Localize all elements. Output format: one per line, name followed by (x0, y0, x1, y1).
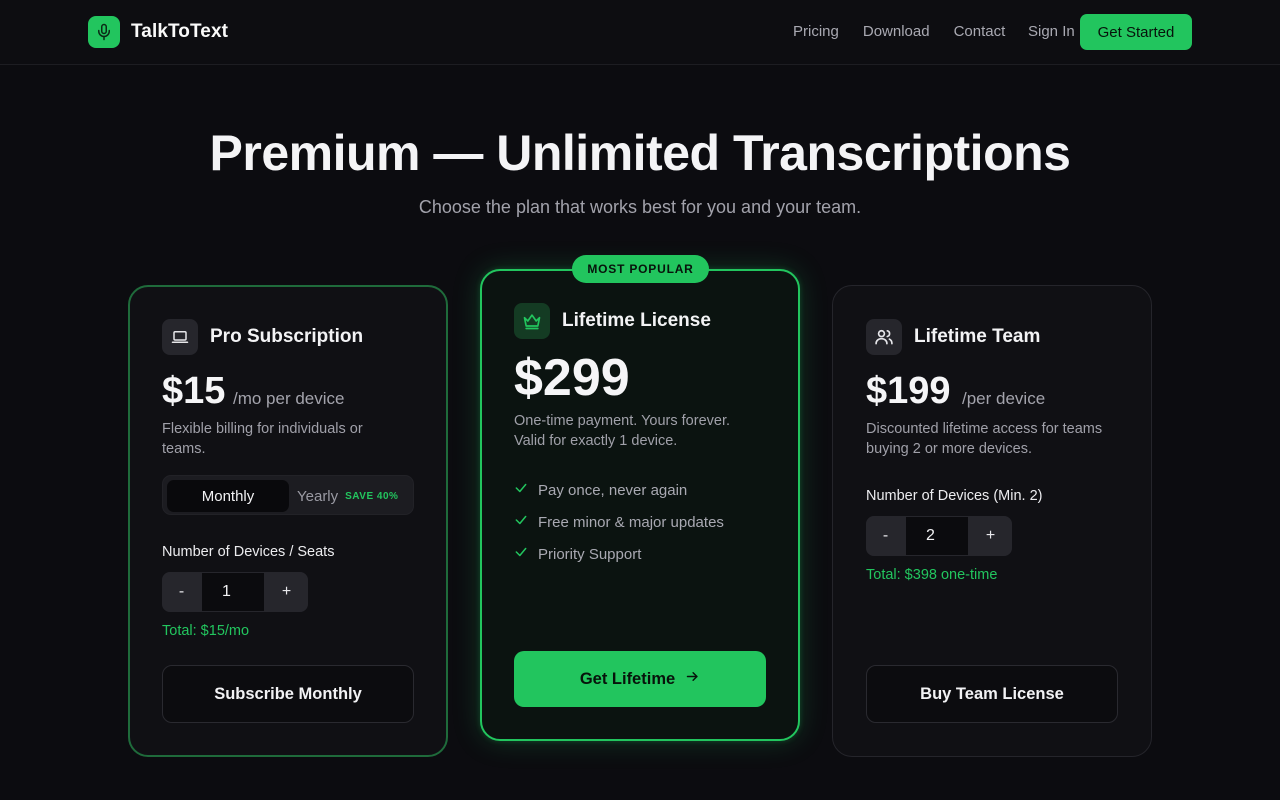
quantity-stepper-team: - + (866, 516, 1012, 556)
buy-team-license-button[interactable]: Buy Team License (866, 665, 1118, 723)
quantity-input-team[interactable] (905, 516, 969, 556)
save-badge: SAVE 40% (345, 490, 399, 502)
get-lifetime-button[interactable]: Get Lifetime (514, 651, 766, 707)
nav-link-pricing[interactable]: Pricing (793, 22, 839, 42)
nav-link-download[interactable]: Download (863, 22, 930, 42)
increment-button-team[interactable]: + (969, 516, 1012, 556)
plan-price-unit-team: /per device (962, 389, 1046, 408)
check-icon (514, 481, 528, 499)
plan-price-unit-pro: /mo per device (233, 389, 345, 408)
plan-price-team: $199 (866, 370, 951, 412)
laptop-icon (162, 319, 198, 355)
get-started-button[interactable]: Get Started (1080, 14, 1192, 50)
brand-name: TalkToText (131, 21, 229, 42)
feature-label: Pay once, never again (538, 481, 688, 499)
crown-icon (514, 303, 550, 339)
sign-in-link[interactable]: Sign In (1028, 22, 1075, 42)
feature-item: Priority Support (514, 538, 724, 570)
subscribe-monthly-button[interactable]: Subscribe Monthly (162, 665, 414, 723)
billing-yearly-label: Yearly (297, 487, 339, 505)
feature-item: Free minor & major updates (514, 506, 724, 538)
nav-links: Pricing Download Contact (793, 22, 1029, 42)
plan-title-team: Lifetime Team (914, 326, 1041, 347)
billing-yearly-option[interactable]: Yearly SAVE 40% (297, 480, 398, 512)
total-pro: Total: $15/mo (162, 623, 250, 639)
feature-label: Free minor & major updates (538, 513, 724, 531)
decrement-button-team[interactable]: - (866, 516, 905, 556)
brand-logo[interactable]: TalkToText (88, 16, 228, 48)
feature-item: Pay once, never again (514, 474, 724, 506)
page-subtitle: Choose the plan that works best for you … (418, 197, 862, 217)
most-popular-badge: MOST POPULAR (572, 255, 709, 283)
users-icon (866, 319, 902, 355)
increment-button-pro[interactable]: + (265, 572, 308, 612)
devices-label-team: Number of Devices (Min. 2) (866, 488, 1043, 504)
feature-list: Pay once, never again Free minor & major… (514, 474, 724, 570)
top-nav: TalkToText Pricing Download Contact Sign… (0, 0, 1280, 65)
quantity-stepper-pro: - + (162, 572, 308, 612)
plan-description-pro: Flexible billing for individuals or team… (162, 421, 363, 457)
plan-price-lifetime: $299 (514, 349, 630, 407)
arrow-right-icon (685, 669, 700, 689)
nav-link-contact[interactable]: Contact (954, 22, 1006, 42)
total-team: Total: $398 one-time (866, 567, 998, 583)
plan-price-pro: $15 (162, 370, 226, 412)
check-icon (514, 545, 528, 563)
microphone-icon (88, 16, 120, 48)
quantity-input-pro[interactable] (201, 572, 265, 612)
devices-label-pro: Number of Devices / Seats (162, 544, 335, 560)
plan-description-lifetime: One-time payment. Yours forever. Valid f… (514, 413, 730, 449)
get-lifetime-label: Get Lifetime (579, 669, 676, 688)
check-icon (514, 513, 528, 531)
plan-description-team: Discounted lifetime access for teams buy… (866, 421, 1103, 457)
plan-title-pro: Pro Subscription (210, 326, 364, 347)
page-title: Premium — Unlimited Transcriptions (209, 125, 1071, 181)
feature-label: Priority Support (538, 545, 642, 563)
decrement-button-pro[interactable]: - (162, 572, 201, 612)
billing-monthly-option[interactable]: Monthly (167, 480, 289, 512)
billing-toggle: Monthly Yearly SAVE 40% (162, 475, 414, 515)
plan-title-lifetime: Lifetime License (562, 310, 711, 331)
